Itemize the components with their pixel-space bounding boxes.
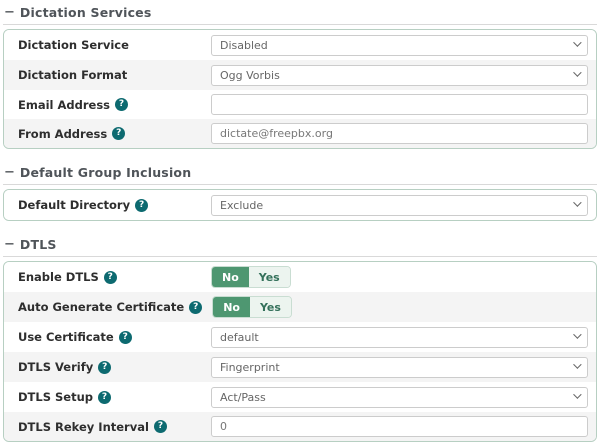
section-title: Default Group Inclusion <box>20 165 191 180</box>
setting-label: From Address <box>18 127 107 141</box>
setting-label: DTLS Verify <box>18 360 93 374</box>
help-icon[interactable]: ? <box>98 391 111 404</box>
setting-control-cell: Ogg Vorbis <box>211 60 596 90</box>
setting-control-cell: Act/Pass <box>211 382 596 412</box>
no-yes-toggle: NoYes <box>212 296 292 318</box>
settings-form: − Dictation Services Dictation Service D… <box>3 3 597 442</box>
setting-select[interactable]: Fingerprint <box>211 357 588 378</box>
toggle-yes-button[interactable]: Yes <box>249 267 290 287</box>
setting-control-cell <box>211 90 596 119</box>
section-header[interactable]: − Default Group Inclusion <box>3 163 597 185</box>
setting-label: Use Certificate <box>18 330 114 344</box>
settings-row: Email Address ? <box>4 90 596 119</box>
setting-label-cell: From Address ? <box>4 127 211 141</box>
section-title: Dictation Services <box>20 5 152 20</box>
setting-label-cell: Default Directory ? <box>4 198 211 212</box>
setting-control-cell: default <box>211 322 596 352</box>
select-wrapper: Exclude <box>211 194 588 216</box>
section-panel: Dictation Service Disabled Dictation For… <box>3 29 597 149</box>
setting-select[interactable]: Ogg Vorbis <box>211 65 588 86</box>
help-icon[interactable]: ? <box>98 361 111 374</box>
help-icon[interactable]: ? <box>154 420 167 433</box>
setting-control-cell <box>211 412 596 441</box>
setting-label-cell: Enable DTLS ? <box>4 270 211 284</box>
help-icon[interactable]: ? <box>115 98 128 111</box>
help-icon[interactable]: ? <box>189 301 202 314</box>
setting-label: Enable DTLS <box>18 270 99 284</box>
setting-label: DTLS Setup <box>18 390 93 404</box>
setting-label: Email Address <box>18 98 110 112</box>
section-panel: Default Directory ? Exclude <box>3 189 597 221</box>
select-wrapper: Ogg Vorbis <box>211 64 588 86</box>
settings-row: DTLS Verify ? Fingerprint <box>4 352 596 382</box>
help-icon[interactable]: ? <box>119 331 132 344</box>
setting-label: Auto Generate Certificate <box>18 300 184 314</box>
setting-label: Dictation Service <box>18 38 129 52</box>
select-wrapper: Fingerprint <box>211 356 588 378</box>
setting-label-cell: Email Address ? <box>4 98 211 112</box>
section-title: DTLS <box>20 237 57 252</box>
setting-label-cell: DTLS Verify ? <box>4 360 211 374</box>
collapse-icon[interactable]: − <box>4 166 15 179</box>
select-wrapper: Act/Pass <box>211 386 588 408</box>
setting-select[interactable]: default <box>211 327 588 348</box>
settings-row: Auto Generate Certificate ? NoYes <box>4 292 596 322</box>
select-wrapper: default <box>211 326 588 348</box>
section-panel: Enable DTLS ? NoYes Auto Generate Certif… <box>3 261 597 442</box>
settings-row: Default Directory ? Exclude <box>4 190 596 220</box>
collapse-icon[interactable]: − <box>4 238 15 251</box>
setting-control-cell: NoYes <box>212 292 596 322</box>
setting-label-cell: Dictation Format <box>4 68 211 82</box>
setting-label-cell: Auto Generate Certificate ? <box>4 300 212 314</box>
settings-row: From Address ? <box>4 119 596 148</box>
toggle-no-button[interactable]: No <box>212 267 249 287</box>
section-header[interactable]: − DTLS <box>3 235 597 257</box>
settings-row: Dictation Service Disabled <box>4 30 596 60</box>
setting-label-cell: Dictation Service <box>4 38 211 52</box>
section-header[interactable]: − Dictation Services <box>3 3 597 25</box>
settings-row: Dictation Format Ogg Vorbis <box>4 60 596 90</box>
collapse-icon[interactable]: − <box>4 6 15 19</box>
toggle-no-button[interactable]: No <box>213 297 250 317</box>
help-icon[interactable]: ? <box>104 271 117 284</box>
setting-label: Dictation Format <box>18 68 127 82</box>
setting-label-cell: DTLS Setup ? <box>4 390 211 404</box>
setting-control-cell <box>211 119 596 148</box>
setting-label-cell: DTLS Rekey Interval ? <box>4 420 211 434</box>
setting-select[interactable]: Act/Pass <box>211 387 588 408</box>
setting-label-cell: Use Certificate ? <box>4 330 211 344</box>
setting-control-cell: Exclude <box>211 190 596 220</box>
setting-control-cell: Disabled <box>211 30 596 60</box>
setting-control-cell: NoYes <box>211 262 596 292</box>
no-yes-toggle: NoYes <box>211 266 291 288</box>
setting-input[interactable] <box>211 94 588 115</box>
setting-input[interactable] <box>211 416 588 437</box>
help-icon[interactable]: ? <box>135 199 148 212</box>
setting-select[interactable]: Disabled <box>211 35 588 56</box>
setting-select[interactable]: Exclude <box>211 195 588 216</box>
setting-input[interactable] <box>211 123 588 144</box>
settings-section: − DTLS Enable DTLS ? NoYes Auto Generate… <box>3 235 597 442</box>
settings-section: − Dictation Services Dictation Service D… <box>3 3 597 149</box>
setting-control-cell: Fingerprint <box>211 352 596 382</box>
settings-section: − Default Group Inclusion Default Direct… <box>3 163 597 221</box>
setting-label: Default Directory <box>18 198 130 212</box>
setting-label: DTLS Rekey Interval <box>18 420 149 434</box>
toggle-yes-button[interactable]: Yes <box>250 297 291 317</box>
select-wrapper: Disabled <box>211 34 588 56</box>
settings-row: DTLS Setup ? Act/Pass <box>4 382 596 412</box>
settings-row: DTLS Rekey Interval ? <box>4 412 596 441</box>
settings-row: Enable DTLS ? NoYes <box>4 262 596 292</box>
settings-row: Use Certificate ? default <box>4 322 596 352</box>
help-icon[interactable]: ? <box>112 127 125 140</box>
